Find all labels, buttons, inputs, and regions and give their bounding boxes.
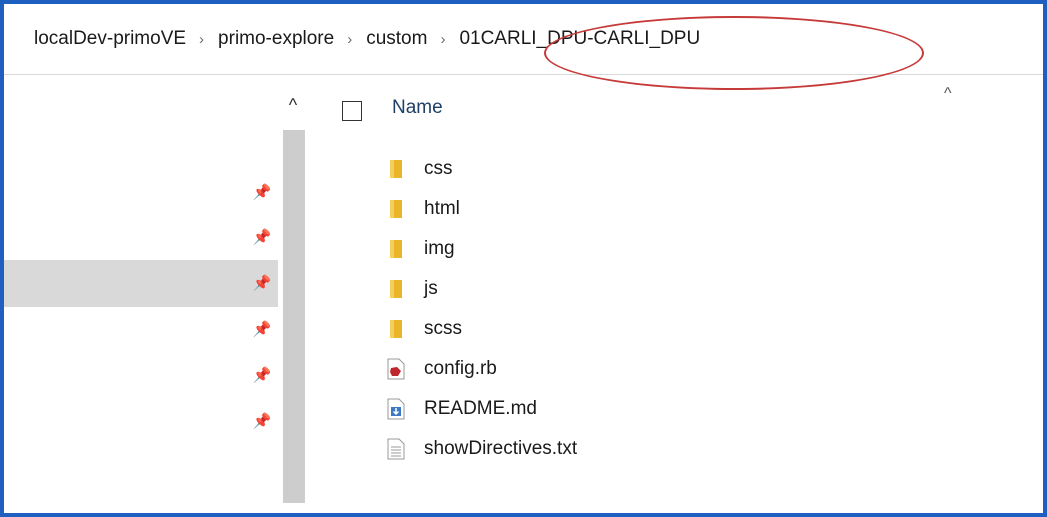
file-name: img: [424, 238, 455, 259]
list-item[interactable]: css: [386, 152, 453, 186]
folder-icon: [386, 198, 406, 220]
pin-icon[interactable]: 📌: [252, 412, 272, 432]
nav-selected-item[interactable]: [4, 260, 278, 307]
explorer-window: localDev-primoVE › primo-explore › custo…: [0, 0, 1047, 517]
file-name: js: [424, 278, 438, 299]
list-item[interactable]: showDirectives.txt: [386, 432, 577, 466]
folder-icon: [386, 158, 406, 180]
nav-scrollbar[interactable]: ^: [278, 75, 308, 513]
scrollbar-thumb[interactable]: [283, 130, 305, 503]
list-item[interactable]: img: [386, 232, 455, 266]
breadcrumb-custom[interactable]: custom: [366, 28, 427, 50]
select-all-checkbox[interactable]: [342, 101, 362, 121]
list-item[interactable]: README.md: [386, 392, 537, 426]
file-name: html: [424, 198, 460, 219]
breadcrumb-chevron-icon[interactable]: ›: [440, 31, 445, 48]
breadcrumb-current-folder[interactable]: 01CARLI_DPU-CARLI_DPU: [459, 28, 700, 50]
folder-icon: [386, 278, 406, 300]
file-name: css: [424, 158, 453, 179]
breadcrumb-chevron-icon[interactable]: ›: [347, 31, 352, 48]
breadcrumb-chevron-icon[interactable]: ›: [199, 31, 204, 48]
column-header-name[interactable]: Name: [392, 97, 443, 119]
pin-icon[interactable]: 📌: [252, 274, 272, 294]
ruby-file-icon: [386, 358, 406, 380]
folder-icon: [386, 318, 406, 340]
scroll-up-arrow-icon[interactable]: ^: [278, 95, 308, 119]
file-name: README.md: [424, 398, 537, 419]
sort-ascending-icon[interactable]: ^: [944, 85, 952, 103]
pin-icon[interactable]: 📌: [252, 183, 272, 203]
breadcrumb-primo-explore[interactable]: primo-explore: [218, 28, 334, 50]
list-item[interactable]: js: [386, 272, 438, 306]
pin-icon[interactable]: 📌: [252, 320, 272, 340]
breadcrumb-localdev-primove[interactable]: localDev-primoVE: [34, 28, 186, 50]
text-file-icon: [386, 438, 406, 460]
list-item[interactable]: config.rb: [386, 352, 497, 386]
file-list: Name ^ css html img js scss config.rb RE…: [310, 75, 1043, 513]
file-name: scss: [424, 318, 462, 339]
file-name: showDirectives.txt: [424, 438, 578, 459]
list-item[interactable]: scss: [386, 312, 462, 346]
list-item[interactable]: html: [386, 192, 460, 226]
address-bar[interactable]: localDev-primoVE › primo-explore › custo…: [4, 4, 1043, 75]
navigation-pane: 📌 📌 📌 📌 📌 📌 ^: [4, 75, 310, 513]
folder-icon: [386, 238, 406, 260]
markdown-file-icon: [386, 398, 406, 420]
pin-icon[interactable]: 📌: [252, 228, 272, 248]
pin-icon[interactable]: 📌: [252, 366, 272, 386]
file-name: config.rb: [424, 358, 497, 379]
